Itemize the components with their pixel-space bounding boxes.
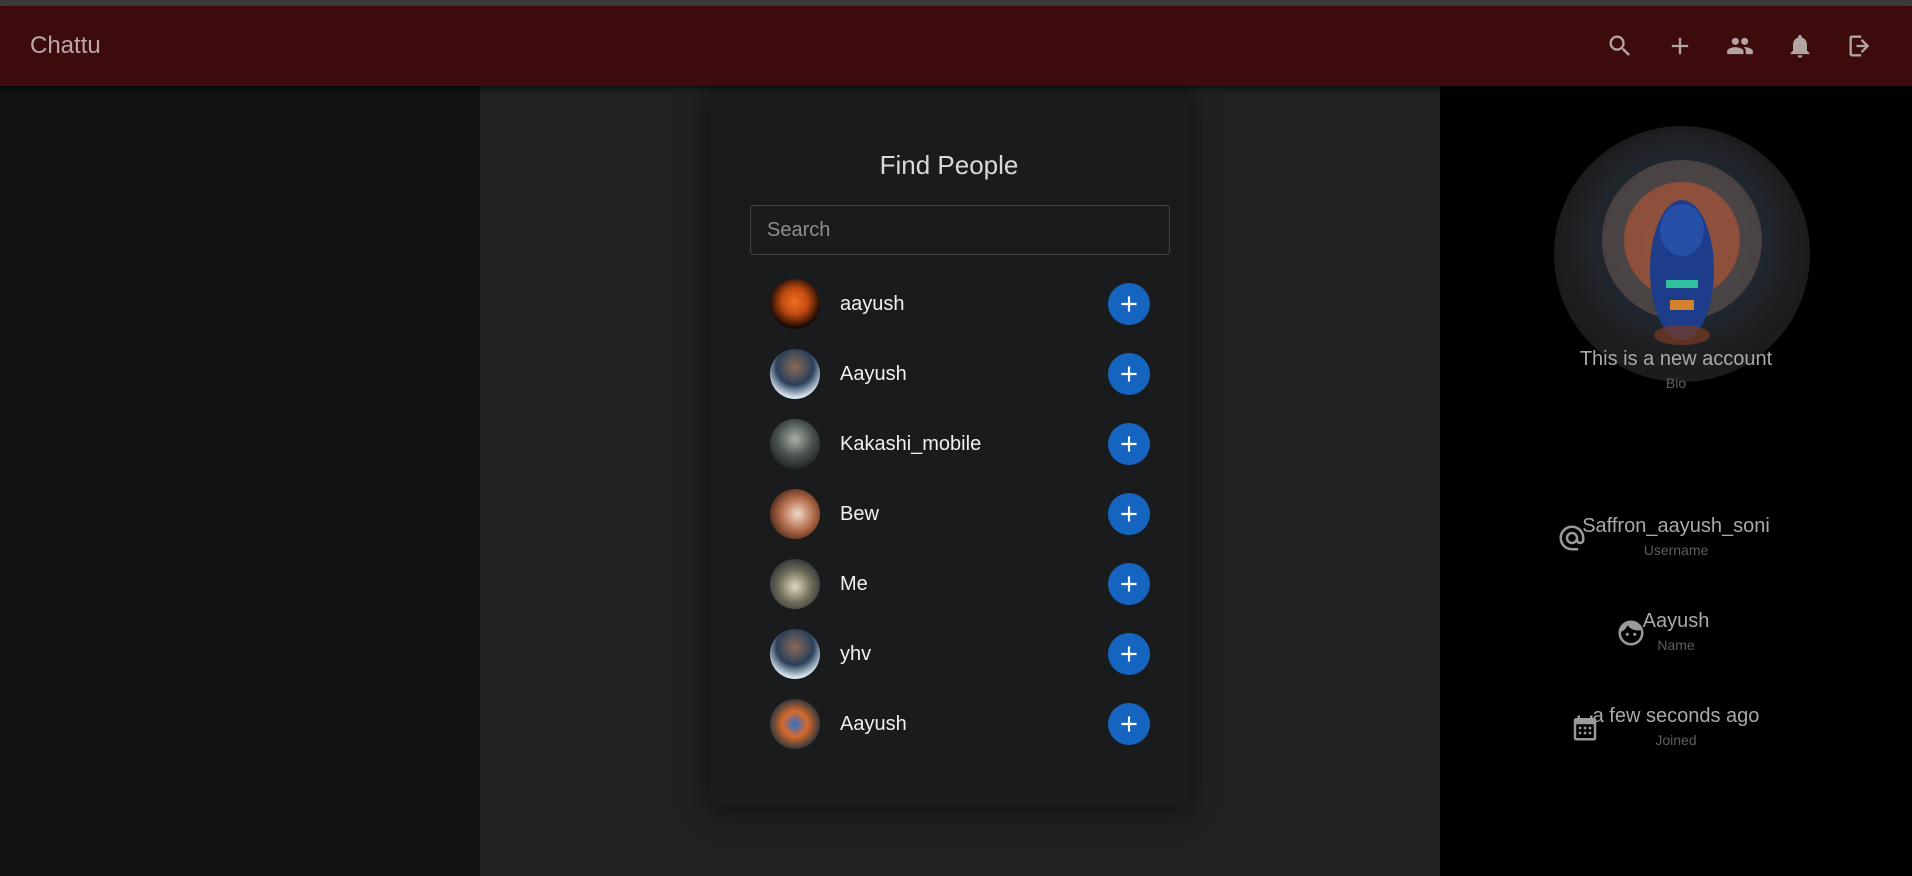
- person-name: Aayush: [840, 712, 907, 735]
- logout-icon: [1849, 35, 1870, 57]
- add-friend-button[interactable]: [1108, 353, 1150, 395]
- face-icon: [1616, 618, 1646, 653]
- plus-icon: [1121, 646, 1137, 662]
- new-chat-button[interactable]: [1658, 24, 1702, 68]
- username-section: Saffron_aayush_soni Username: [1440, 515, 1912, 558]
- profile-avatar[interactable]: [1554, 126, 1810, 382]
- bio-section: This is a new account Bio: [1440, 348, 1912, 391]
- at-icon: [1557, 523, 1587, 558]
- notifications-button[interactable]: [1778, 24, 1822, 68]
- avatar: [770, 489, 820, 539]
- list-item[interactable]: Kakashi_mobile: [750, 409, 1170, 479]
- profile-avatar-art: [1602, 160, 1762, 345]
- app-bar: Chattu: [0, 6, 1912, 86]
- find-people-title: Find People: [879, 150, 1019, 180]
- person-name: Kakashi_mobile: [840, 432, 982, 455]
- person-name: yhv: [840, 642, 872, 665]
- plus-icon: [1121, 716, 1137, 732]
- app-bar-actions: [1598, 24, 1882, 68]
- avatar: [770, 629, 820, 679]
- list-item[interactable]: yhv: [750, 619, 1170, 689]
- name-section: Aayush Name: [1440, 610, 1912, 653]
- profile-pane: This is a new account Bio Saffron_aayush…: [1440, 86, 1912, 876]
- add-friend-button[interactable]: [1108, 493, 1150, 535]
- joined-section: a few seconds ago Joined: [1440, 705, 1912, 748]
- person-name: Me: [840, 572, 868, 595]
- plus-icon: [1121, 296, 1137, 312]
- avatar: [770, 559, 820, 609]
- joined-label: Joined: [1655, 732, 1697, 748]
- person-name: Bew: [840, 502, 879, 525]
- add-friend-button[interactable]: [1108, 423, 1150, 465]
- avatar: [770, 279, 820, 329]
- joined-value: a few seconds ago: [1592, 705, 1760, 727]
- username-label: Username: [1643, 542, 1709, 558]
- plus-icon: [1121, 366, 1137, 382]
- search-input[interactable]: [750, 205, 1170, 255]
- list-item[interactable]: aayush: [750, 269, 1170, 339]
- add-friend-button[interactable]: [1108, 633, 1150, 675]
- name-label: Name: [1657, 637, 1695, 653]
- name-value: Aayush: [1642, 610, 1710, 632]
- add-friend-button[interactable]: [1108, 563, 1150, 605]
- add-friend-button[interactable]: [1108, 703, 1150, 745]
- search-icon: [1609, 35, 1630, 56]
- people-list: aayush Aayush Kakashi_mobile Bew Me yhv …: [750, 269, 1170, 759]
- find-people-card: Find People aayush Aayush Kakashi_mobile…: [710, 86, 1188, 806]
- bio-value: This is a new account: [1579, 348, 1773, 370]
- add-icon: [1671, 37, 1689, 55]
- avatar: [770, 699, 820, 749]
- avatar: [770, 419, 820, 469]
- logout-button[interactable]: [1838, 24, 1882, 68]
- add-friend-button[interactable]: [1108, 283, 1150, 325]
- avatar: [770, 349, 820, 399]
- list-item[interactable]: Aayush: [750, 339, 1170, 409]
- username-value: Saffron_aayush_soni: [1582, 515, 1770, 537]
- list-item[interactable]: Aayush: [750, 689, 1170, 759]
- list-item[interactable]: Me: [750, 549, 1170, 619]
- chat-list-pane: [0, 86, 480, 876]
- search-button[interactable]: [1598, 24, 1642, 68]
- plus-icon: [1121, 436, 1137, 452]
- plus-icon: [1121, 576, 1137, 592]
- people-icon: [1727, 37, 1753, 55]
- person-name: Aayush: [840, 362, 907, 385]
- bio-label: Bio: [1665, 375, 1687, 391]
- bell-icon: [1790, 34, 1810, 58]
- calendar-icon: [1570, 713, 1600, 748]
- main-pane: Find People aayush Aayush Kakashi_mobile…: [480, 86, 1440, 876]
- list-item[interactable]: Bew: [750, 479, 1170, 549]
- person-name: aayush: [840, 292, 905, 315]
- groups-button[interactable]: [1718, 24, 1762, 68]
- app-title[interactable]: Chattu: [30, 32, 101, 60]
- plus-icon: [1121, 506, 1137, 522]
